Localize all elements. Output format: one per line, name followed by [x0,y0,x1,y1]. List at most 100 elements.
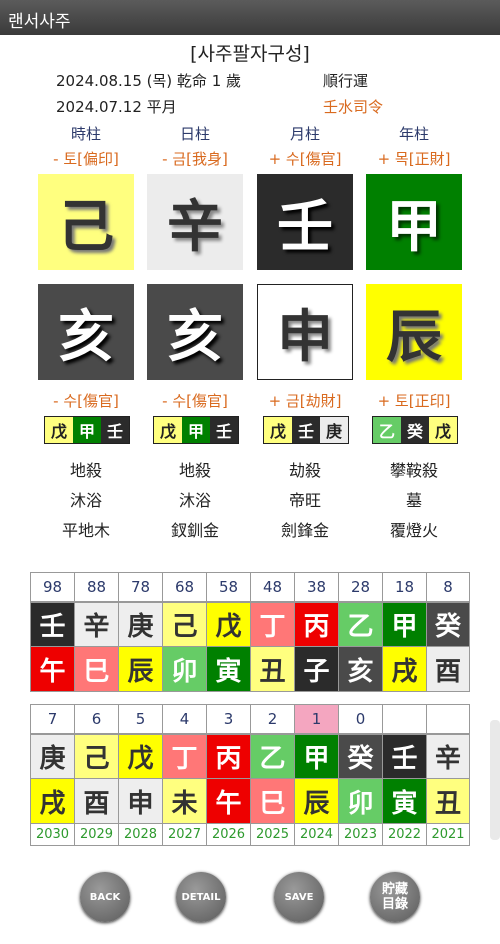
stem-tile-year[interactable]: 甲 [366,174,462,270]
annual-luck-branch[interactable]: 戌 [30,778,75,824]
annual-luck-age: 5 [118,704,163,734]
stem-tile-hour[interactable]: 己 [38,174,134,270]
major-luck-branch[interactable]: 丑 [250,646,295,692]
hidden-stem: 甲 [182,417,210,443]
major-luck-branch[interactable]: 寅 [206,646,251,692]
major-luck-age: 88 [74,572,119,602]
major-luck-branch[interactable]: 戌 [382,646,427,692]
annual-luck-stem[interactable]: 壬 [382,734,427,779]
stage-hour: 沐浴 [69,491,102,510]
annual-luck-branch[interactable]: 寅 [382,778,427,824]
major-luck-stem[interactable]: 辛 [74,602,119,647]
major-luck-branch[interactable]: 午 [30,646,75,692]
major-luck-stem[interactable]: 甲 [382,602,427,647]
branch-tile-year[interactable]: 辰 [366,284,462,380]
stage-day: 沐浴 [178,491,211,510]
major-luck-branch[interactable]: 辰 [118,646,163,692]
nayin-year: 覆燈火 [389,521,438,540]
branch-tile-day[interactable]: 亥 [147,284,243,380]
app-title: 랜서사주 [8,12,71,32]
major-luck-branch[interactable]: 亥 [338,646,383,692]
saved-directory-label-1: 貯藏 [381,882,408,897]
annual-luck-stem[interactable]: 癸 [338,734,383,779]
annual-luck-stem[interactable]: 庚 [30,734,75,779]
major-luck-branch[interactable]: 巳 [74,646,119,692]
major-luck-age: 98 [30,572,75,602]
branch-tile-month[interactable]: 申 [257,284,353,380]
branch-relation-year: + 토[正印] [377,392,451,410]
nayin-month: 劍鋒金 [280,521,329,540]
pillar-label-day: 日柱 [179,125,210,143]
lunar-date: 2024.07.12 平月 [56,98,177,116]
major-luck-age: 58 [206,572,251,602]
annual-luck-stem[interactable]: 戊 [118,734,163,779]
scrollbar[interactable] [490,720,500,840]
annual-luck-year: 2021 [426,823,470,846]
major-luck-age: 18 [382,572,427,602]
annual-luck-branch[interactable]: 辰 [294,778,339,824]
spirit-year: 攀鞍殺 [389,461,438,480]
stem-tile-day[interactable]: 辛 [147,174,243,270]
major-luck-branch[interactable]: 子 [294,646,339,692]
hidden-stem: 戊 [45,417,73,443]
annual-luck-age: 6 [74,704,119,734]
hidden-stem: 戊 [429,417,457,443]
major-luck-age: 28 [338,572,383,602]
major-luck-branch[interactable]: 酉 [426,646,470,692]
major-luck-stem[interactable]: 戊 [206,602,251,647]
annual-luck-branch[interactable]: 午 [206,778,251,824]
annual-luck-year: 2026 [206,823,251,846]
major-luck-stem[interactable]: 丙 [294,602,339,647]
major-luck-stem[interactable]: 癸 [426,602,470,647]
annual-luck-stem[interactable]: 己 [74,734,119,779]
major-luck-age: 78 [118,572,163,602]
annual-luck-year: 2025 [250,823,295,846]
hidden-stem: 壬 [210,417,238,443]
annual-luck-stem[interactable]: 丁 [162,734,207,779]
annual-luck-stem[interactable]: 乙 [250,734,295,779]
branch-relation-day: - 수[傷官] [162,392,228,410]
major-luck-stem[interactable]: 丁 [250,602,295,647]
hidden-stem: 甲 [73,417,101,443]
saved-directory-button[interactable]: 貯藏 目錄 [370,872,420,922]
stem-relation-day: - 금[我身] [162,150,228,168]
annual-luck-branch[interactable]: 酉 [74,778,119,824]
nayin-hour: 平地木 [61,521,110,540]
major-luck-grid: 98 88 78 68 58 48 38 28 18 8 壬 辛 庚 己 戊 丁… [30,572,470,692]
branch-relation-month: + 금[劫財] [268,392,342,410]
annual-luck-branch[interactable]: 巳 [250,778,295,824]
hidden-stem: 壬 [292,417,320,443]
annual-luck-stem[interactable]: 甲 [294,734,339,779]
annual-luck-year: 2029 [74,823,119,846]
saved-directory-label-2: 目錄 [381,897,408,912]
fortune-direction: 順行運 [323,72,369,90]
stem-tile-month[interactable]: 壬 [257,174,353,270]
major-luck-stem[interactable]: 壬 [30,602,75,647]
major-luck-stem[interactable]: 庚 [118,602,163,647]
annual-luck-stem[interactable]: 丙 [206,734,251,779]
annual-luck-year: 2028 [118,823,163,846]
annual-luck-age: 4 [162,704,207,734]
annual-luck-stem[interactable]: 辛 [426,734,470,779]
annual-luck-year: 2024 [294,823,339,846]
annual-luck-branch[interactable]: 卯 [338,778,383,824]
annual-luck-branch[interactable]: 申 [118,778,163,824]
annual-luck-year: 2030 [30,823,75,846]
back-button[interactable]: BACK [80,872,130,922]
major-luck-branch[interactable]: 卯 [162,646,207,692]
spirit-hour: 地殺 [69,461,102,480]
detail-button[interactable]: DETAIL [176,872,226,922]
annual-luck-year: 2022 [382,823,427,846]
annual-luck-branch[interactable]: 未 [162,778,207,824]
save-button[interactable]: SAVE [274,872,324,922]
stem-relation-month: + 수[傷官] [268,150,342,168]
branch-relation-hour: - 수[傷官] [53,392,119,410]
pillar-label-month: 月柱 [289,125,320,143]
major-luck-stem[interactable]: 己 [162,602,207,647]
annual-luck-age: 0 [338,704,383,734]
hidden-stems-year: 乙 癸 戊 [372,416,458,444]
annual-luck-branch[interactable]: 丑 [426,778,470,824]
hidden-stem: 戊 [264,417,292,443]
major-luck-stem[interactable]: 乙 [338,602,383,647]
branch-tile-hour[interactable]: 亥 [38,284,134,380]
